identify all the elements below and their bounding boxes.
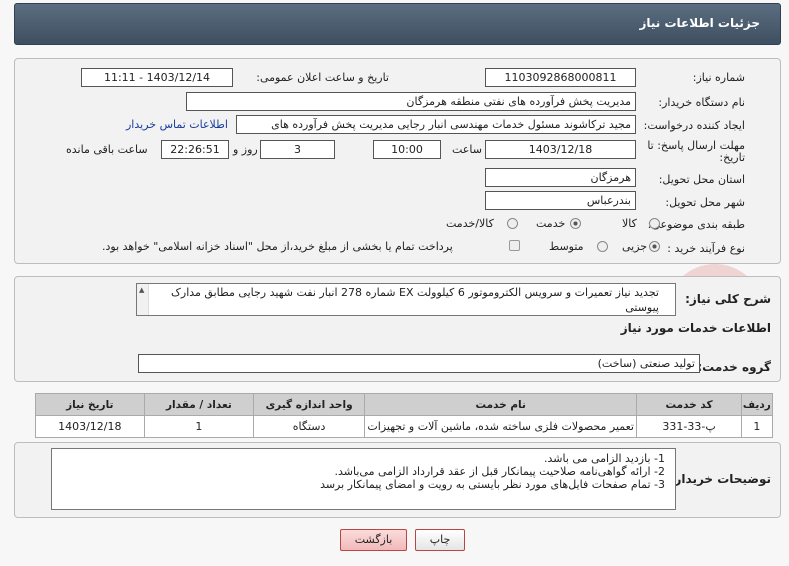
category-both-label: کالا/خدمت xyxy=(446,217,494,230)
buyer-org-label: نام دستگاه خریدار: xyxy=(658,96,745,109)
category-service-radio[interactable] xyxy=(570,218,581,229)
services-table: ردیف کد خدمت نام خدمت واحد اندازه گیری ت… xyxy=(35,393,774,438)
cell-service-name: تعمیر محصولات فلزی ساخته شده، ماشین آلات… xyxy=(363,415,638,438)
note-line-2: 2- ارائه گواهی‌نامه صلاحیت پیمانکار قبل … xyxy=(334,465,665,478)
category-both-radio[interactable] xyxy=(507,218,518,229)
city-field: بندرعباس xyxy=(485,191,636,210)
scroll-up-icon[interactable]: ▲ xyxy=(139,286,144,294)
announce-label: تاریخ و ساعت اعلان عمومی: xyxy=(256,71,389,84)
page-title: جزئیات اطلاعات نیاز xyxy=(639,16,760,30)
back-button[interactable]: بازگشت xyxy=(340,529,407,551)
buyer-notes-label: توضیحات خریدار: xyxy=(669,472,771,486)
province-label: استان محل تحویل: xyxy=(658,173,745,186)
buyer-notes-textarea[interactable]: 1- بازدید الزامی می باشد. 2- ارائه گواهی… xyxy=(51,448,676,510)
col-service-code: کد خدمت xyxy=(636,393,742,416)
requester-label: ایجاد کننده درخواست: xyxy=(643,119,745,132)
category-goods-radio[interactable] xyxy=(649,218,660,229)
service-group-label: گروه خدمت: xyxy=(697,360,771,374)
deadline-date-field: 1403/12/18 xyxy=(485,140,636,159)
cell-need-date: 1403/12/18 xyxy=(35,415,145,438)
summary-scrollbar[interactable]: ▲ xyxy=(137,284,149,315)
treasury-payment-note: پرداخت تمام یا بخشی از مبلغ خرید،از محل … xyxy=(102,240,453,253)
province-field: هرمزگان xyxy=(485,168,636,187)
buyer-org-field: مدیریت پخش فرآورده های نفتی منطقه هرمزگا… xyxy=(186,92,636,111)
summary-line-2: پیوستی xyxy=(625,301,659,314)
days-label: روز و xyxy=(233,143,258,156)
category-label: طبقه بندی موضوعی: xyxy=(647,218,745,231)
col-need-date: تاریخ نیاز xyxy=(35,393,145,416)
table-row: 1 پ-33-331 تعمیر محصولات فلزی ساخته شده،… xyxy=(35,415,774,438)
announce-datetime-field: 1403/12/14 - 11:11 xyxy=(81,68,233,87)
process-label: نوع فرآیند خرید : xyxy=(667,242,745,255)
col-quantity: تعداد / مقدار xyxy=(143,393,255,416)
remaining-label: ساعت باقی مانده xyxy=(66,143,148,156)
treasury-payment-checkbox[interactable] xyxy=(509,240,520,251)
col-unit: واحد اندازه گیری xyxy=(253,393,365,416)
remaining-time-field: 22:26:51 xyxy=(161,140,229,159)
process-minor-label: جزیی xyxy=(622,240,648,253)
time-label: ساعت xyxy=(452,143,482,156)
services-section-title: اطلاعات خدمات مورد نیاز xyxy=(620,321,771,335)
summary-label: شرح کلی نیاز: xyxy=(685,292,771,306)
col-row: ردیف xyxy=(740,393,774,416)
process-medium-label: متوسط xyxy=(549,240,584,253)
note-line-1: 1- بازدید الزامی می باشد. xyxy=(544,452,665,465)
note-line-3: 3- تمام صفحات فایل‌های مورد نظر بایستی ب… xyxy=(320,478,665,491)
process-medium-radio[interactable] xyxy=(597,241,608,252)
buyer-contact-link[interactable]: اطلاعات تماس خریدار xyxy=(126,118,228,131)
category-service-label: خدمت xyxy=(536,217,566,230)
cell-row: 1 xyxy=(740,415,774,438)
summary-textarea[interactable]: ▲ تجدید نیاز تعمیرات و سرویس الکتروموتور… xyxy=(136,283,676,316)
city-label: شهر محل تحویل: xyxy=(665,196,745,209)
page: جزئیات اطلاعات نیاز AriaTender.neT شماره… xyxy=(0,0,789,566)
col-service-name: نام خدمت xyxy=(363,393,638,416)
category-goods-label: کالا xyxy=(622,217,637,230)
deadline-date-label: تاریخ: xyxy=(719,151,745,164)
service-group-field: تولید صنعتی (ساخت) xyxy=(138,354,700,373)
cell-quantity: 1 xyxy=(143,415,255,438)
process-minor-radio[interactable] xyxy=(649,241,660,252)
header-bar: جزئیات اطلاعات نیاز xyxy=(14,3,781,45)
table-header-row: ردیف کد خدمت نام خدمت واحد اندازه گیری ت… xyxy=(35,393,774,416)
deadline-time-field: 10:00 xyxy=(373,140,441,159)
need-info-panel xyxy=(14,58,781,264)
need-number-field: 1103092868000811 xyxy=(485,68,636,87)
requester-field: مجید ترکاشوند مسئول خدمات مهندسی انبار ر… xyxy=(236,115,636,134)
need-number-label: شماره نیاز: xyxy=(692,71,745,84)
print-button[interactable]: چاپ xyxy=(415,529,465,551)
days-field: 3 xyxy=(260,140,335,159)
cell-unit: دستگاه xyxy=(253,415,365,438)
summary-line-1: تجدید نیاز تعمیرات و سرویس الکتروموتور 6… xyxy=(171,286,659,299)
cell-service-code: پ-33-331 xyxy=(636,415,742,438)
